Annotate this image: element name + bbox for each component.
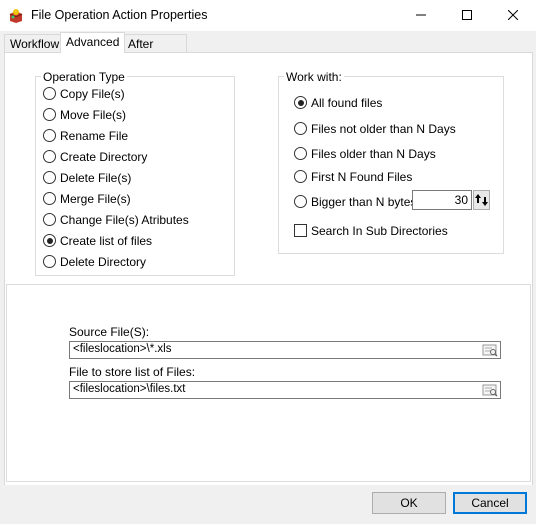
radio-circle [294,96,307,109]
radio-circle [43,108,56,121]
browse-icon[interactable] [482,383,498,397]
cancel-button[interactable]: Cancel [453,492,527,514]
bytes-input[interactable]: 30 [412,190,472,210]
tab-after-execution[interactable]: After Execution [122,34,187,69]
radio-first-n-files[interactable]: First N Found Files [294,169,412,185]
source-files-input[interactable]: <fileslocation>\*.xls [69,341,501,359]
radio-label: Create Directory [60,150,148,164]
close-icon [507,9,519,21]
radio-change-attributes[interactable]: Change File(s) Atributes [43,212,189,228]
operation-type-title: Operation Type [41,70,127,84]
radio-circle [43,87,56,100]
minimize-icon [416,14,426,16]
radio-circle [294,195,307,208]
search-subdirs-checkbox[interactable]: Search In Sub Directories [294,223,448,239]
radio-move-files[interactable]: Move File(s) [43,107,126,123]
radio-create-directory[interactable]: Create Directory [43,149,147,165]
radio-label: Rename File [60,129,129,143]
radio-copy-files[interactable]: Copy File(s) [43,86,125,102]
close-button[interactable] [490,0,536,31]
radio-circle [294,147,307,160]
target-file-input[interactable]: <fileslocation>\files.txt [69,381,501,399]
title-bar: File Operation Action Properties [0,0,536,31]
source-files-value: <fileslocation>\*.xls [73,343,172,355]
radio-label: All found files [311,96,383,110]
updown-arrows-icon [475,194,488,206]
radio-circle [294,170,307,183]
radio-rename-file[interactable]: Rename File [43,128,128,144]
radio-label: Delete Directory [60,255,147,269]
radio-circle [43,234,56,247]
target-file-value: <fileslocation>\files.txt [73,383,186,395]
browse-icon[interactable] [482,343,498,357]
radio-label: First N Found Files [311,170,413,184]
radio-label: Move File(s) [60,108,127,122]
checkbox-box [294,224,307,237]
radio-create-list[interactable]: Create list of files [43,233,152,249]
radio-circle [43,171,56,184]
radio-not-older-than[interactable]: Files not older than N Days [294,121,456,137]
radio-label: Files not older than N Days [311,122,456,136]
radio-delete-files[interactable]: Delete File(s) [43,170,131,186]
maximize-button[interactable] [444,0,490,31]
app-icon [9,9,23,23]
radio-circle [43,213,56,226]
radio-label: Bigger than N bytes [311,195,417,209]
maximize-icon [462,10,472,20]
target-file-label: File to store list of Files: [69,365,196,379]
radio-label: Create list of files [60,234,153,248]
radio-circle [294,122,307,135]
window-title: File Operation Action Properties [31,8,208,22]
checkbox-label: Search In Sub Directories [311,224,448,238]
radio-circle [43,129,56,142]
radio-label: Delete File(s) [60,171,132,185]
radio-older-than[interactable]: Files older than N Days [294,146,436,162]
source-files-label: Source File(S): [69,325,150,339]
radio-label: Files older than N Days [311,147,436,161]
minimize-button[interactable] [398,0,444,31]
ok-button[interactable]: OK [372,492,446,514]
radio-label: Change File(s) Atributes [60,213,189,227]
tab-workflow[interactable]: Workflow [4,34,66,53]
spin-updown-button[interactable] [473,190,490,210]
radio-bigger-than[interactable]: Bigger than N bytes [294,194,416,210]
radio-circle [43,255,56,268]
radio-circle [43,192,56,205]
radio-label: Merge File(s) [60,192,131,206]
radio-label: Copy File(s) [60,87,125,101]
bytes-spinner[interactable]: 30 [412,190,490,210]
radio-circle [43,150,56,163]
radio-all-found-files[interactable]: All found files [294,95,382,111]
radio-merge-files[interactable]: Merge File(s) [43,191,131,207]
radio-delete-directory[interactable]: Delete Directory [43,254,146,270]
tab-advanced[interactable]: Advanced [60,32,126,53]
work-with-title: Work with: [284,70,344,84]
